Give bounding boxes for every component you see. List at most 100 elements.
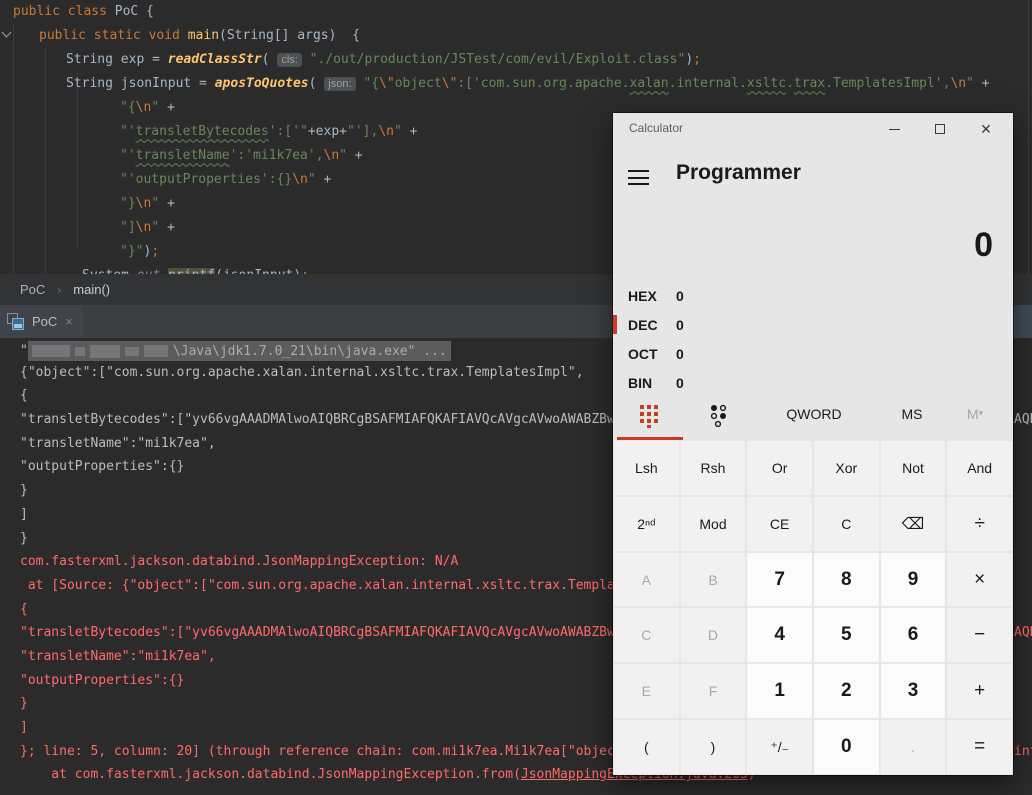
indent-guide [45, 48, 46, 274]
window-title: Calculator [629, 121, 684, 135]
indent-guide [13, 24, 14, 274]
screen: public class PoC { public static void mai… [0, 0, 1032, 795]
breadcrumb-method[interactable]: main() [73, 282, 110, 297]
full-keypad-icon[interactable] [639, 404, 659, 428]
text-segment: transletName [135, 148, 230, 163]
radix-label: BIN [628, 374, 653, 391]
right-margin-guide [1028, 0, 1029, 274]
text-segment: ( [308, 76, 325, 91]
calc-key-rsh[interactable]: Rsh [680, 441, 746, 495]
text-segment: ; [151, 244, 160, 259]
calc-key-c[interactable]: C [813, 496, 879, 551]
calc-key-)[interactable]: ) [680, 720, 746, 774]
bit-keypad-icon[interactable] [709, 404, 729, 428]
text-segment: " [307, 172, 316, 187]
calc-key-lsh[interactable]: Lsh [614, 441, 679, 495]
text-segment: main [187, 28, 220, 43]
calculator-display: 0 [974, 226, 993, 264]
text-segment: + [346, 148, 363, 163]
calc-key-x[interactable]: × [947, 552, 1012, 607]
text-segment: .TemplatesImpl', [825, 76, 951, 91]
calc-key-=[interactable]: = [947, 720, 1012, 774]
console-tab[interactable]: PoC × [0, 305, 83, 338]
calc-key-ce[interactable]: CE [747, 496, 812, 551]
text-segment: .internal. [668, 76, 747, 91]
radix-row-bin[interactable]: BIN 0 [613, 368, 1013, 397]
calc-key-2xx[interactable]: 2ⁿᵈ [614, 496, 679, 551]
text-segment: " [151, 100, 160, 115]
calc-key-3[interactable]: 3 [880, 664, 946, 719]
text-segment: xalan [629, 76, 669, 91]
text-segment: "transletName":"mi1k7ea", [20, 435, 216, 451]
calculator-mode-title: Programmer [676, 161, 801, 184]
close-tab-icon[interactable]: × [65, 314, 73, 329]
word-size-button[interactable]: QWORD [773, 406, 855, 422]
calc-key-x[interactable]: ⌫ [880, 496, 946, 551]
redacted-path: \Java\jdk1.7.0_21\bin\java.exe" ... [27, 341, 451, 361]
breadcrumb-class[interactable]: PoC [20, 282, 45, 297]
text-segment: String exp = [66, 52, 168, 67]
console-tab-label: PoC [32, 314, 58, 329]
text-segment: object [394, 76, 442, 91]
minimize-button[interactable] [871, 113, 917, 145]
calculator-titlebar[interactable]: Calculator ✕ [613, 113, 1013, 145]
calc-key-0[interactable]: 0 [813, 720, 879, 774]
code-line: "'outputProperties':{}\n" + [120, 171, 331, 189]
text-segment: "{ [120, 100, 136, 115]
text-segment: json: [324, 77, 356, 91]
radix-row-dec[interactable]: DEC 0 [613, 310, 1013, 339]
calc-key-8[interactable]: 8 [813, 552, 879, 607]
code-line: "]\n" + [120, 219, 175, 237]
calculator-window: Calculator ✕ Programmer 0 HEX 0 DEC 0 OCT 0 BI… [613, 113, 1013, 775]
calc-key-5[interactable]: 5 [813, 608, 879, 663]
text-segment: \n [950, 76, 967, 91]
text-segment: trax [793, 76, 826, 91]
text-segment: " [966, 76, 974, 91]
radix-label: HEX [628, 287, 657, 304]
radix-row-oct[interactable]: OCT 0 [613, 339, 1013, 368]
tabbar-right-strip [1013, 305, 1032, 338]
calc-key-2[interactable]: 2 [813, 664, 879, 719]
radix-row-hex[interactable]: HEX 0 [613, 281, 1013, 310]
calc-key-4[interactable]: 4 [747, 608, 812, 663]
calc-key-and[interactable]: And [947, 441, 1012, 495]
code-line: String jsonInput = aposToQuotes( json: "… [66, 75, 990, 93]
text-segment: ] [20, 506, 28, 522]
fold-arrow-icon[interactable] [1, 27, 12, 38]
calc-key-or[interactable]: Or [747, 441, 812, 495]
calc-key-not[interactable]: Not [880, 441, 946, 495]
text-segment: xsltc [746, 76, 787, 91]
text-segment: { [20, 601, 28, 617]
calc-key-x[interactable]: − [947, 608, 1012, 663]
code-line: "}\n" + [120, 195, 175, 213]
text-segment: " [339, 148, 347, 163]
menu-button[interactable] [628, 170, 649, 185]
close-button[interactable]: ✕ [963, 113, 1009, 145]
calc-key-7[interactable]: 7 [747, 552, 812, 607]
calc-key-b: B [680, 552, 746, 607]
text-segment: (String[] args) { [219, 28, 360, 43]
calc-key-xxx[interactable]: ⁺/₋ [747, 720, 812, 774]
calc-key-xor[interactable]: Xor [813, 441, 879, 495]
text-segment: "transletName":"mi1k7ea", [20, 648, 216, 664]
text-segment: ':'mi1k7ea', [229, 148, 324, 163]
calc-key-9[interactable]: 9 [880, 552, 946, 607]
text-segment: + [401, 124, 418, 139]
maximize-button[interactable] [917, 113, 963, 145]
calculator-toolbar: QWORD MS M▾ [613, 397, 1013, 440]
text-segment: public static void [39, 28, 188, 43]
calc-key-mod[interactable]: Mod [680, 496, 746, 551]
text-segment: + [973, 76, 990, 91]
code-line: public class PoC { [13, 3, 154, 21]
calc-key-1[interactable]: 1 [747, 664, 812, 719]
text-segment: "{ [363, 76, 380, 91]
memory-store-button[interactable]: MS [891, 406, 933, 422]
calc-key-+[interactable]: + [947, 664, 1012, 719]
text-segment: {"object":["com.sun.org.apache.xalan.int… [20, 364, 584, 380]
text-segment: + [159, 196, 175, 211]
text-segment: { [20, 388, 28, 404]
calc-key-x[interactable]: ÷ [947, 496, 1012, 551]
calc-key-([interactable]: ( [614, 720, 679, 774]
text-segment: "'outputProperties':{} [120, 172, 293, 187]
calc-key-6[interactable]: 6 [880, 608, 946, 663]
